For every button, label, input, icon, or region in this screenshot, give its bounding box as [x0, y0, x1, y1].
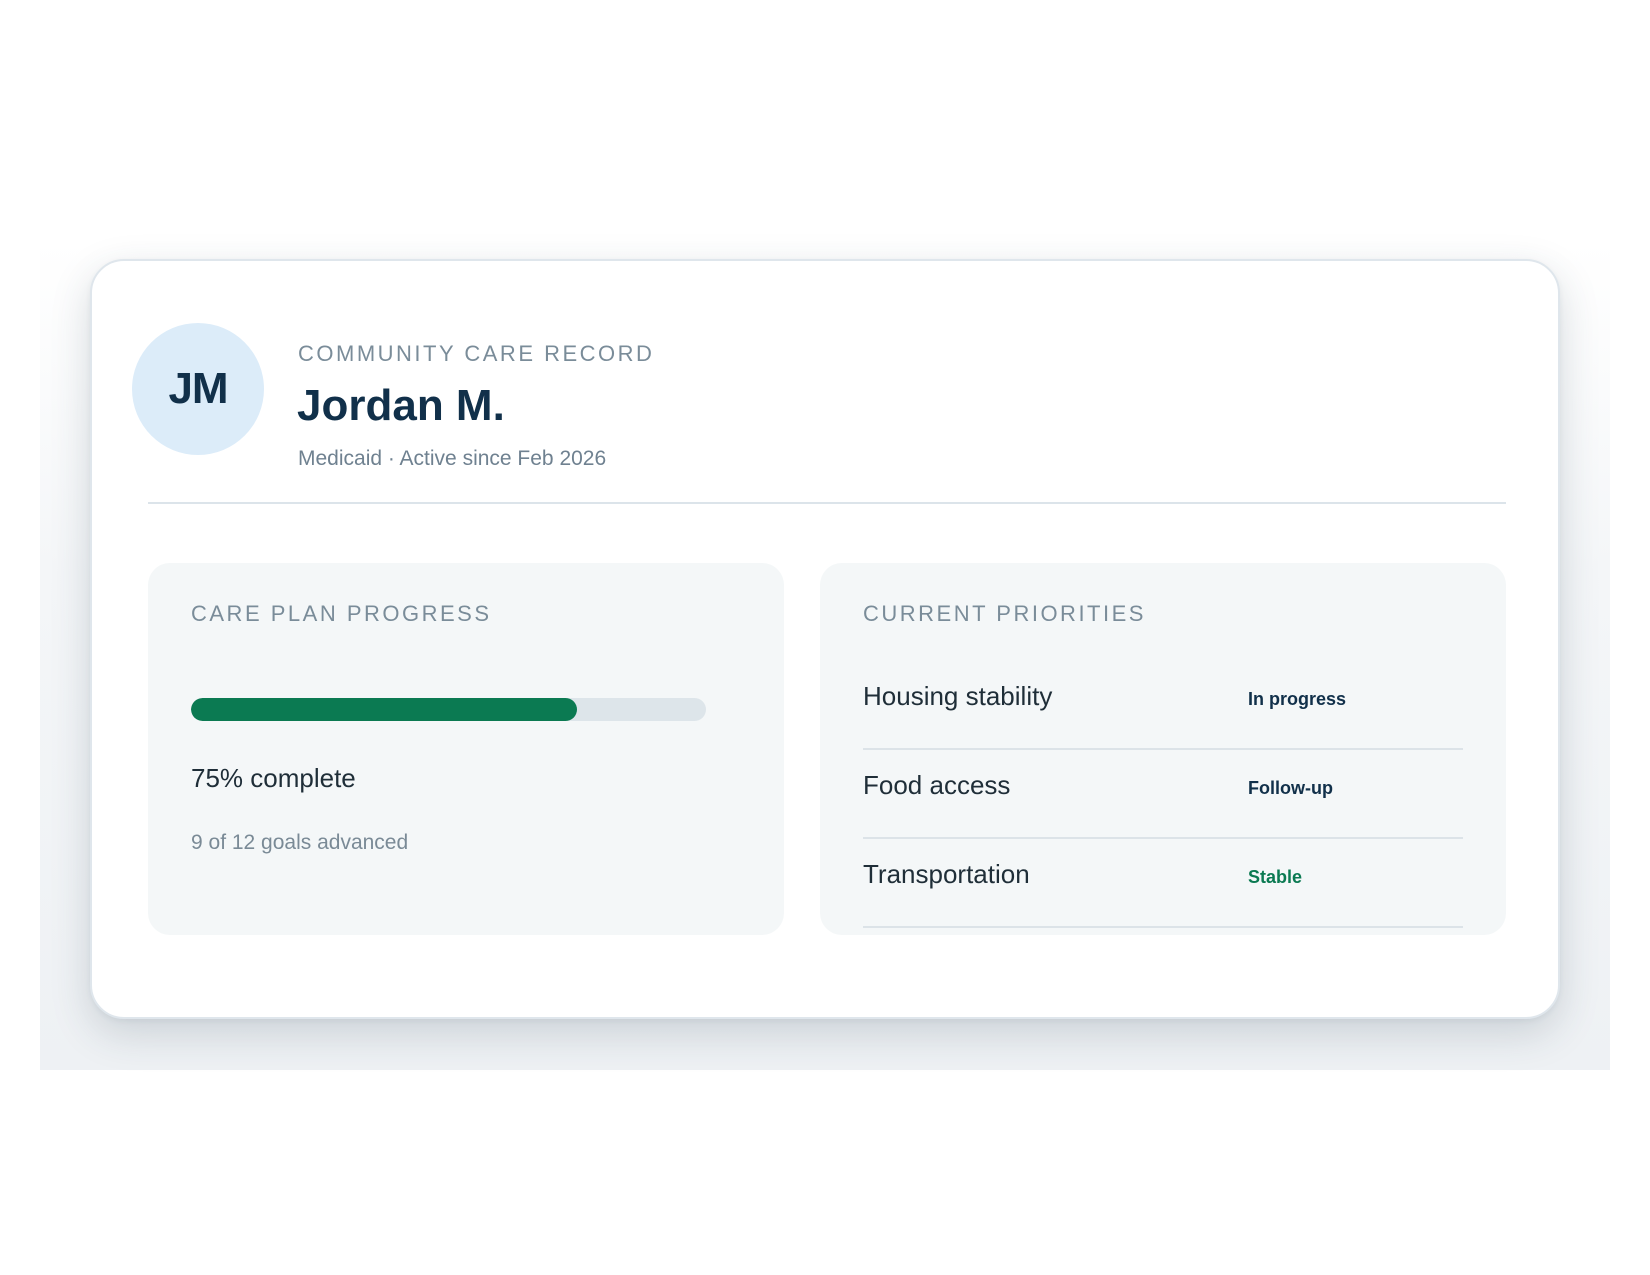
priority-label: Housing stability [863, 681, 1053, 711]
progress-bar-track [191, 698, 706, 721]
priorities-panel-title: CURRENT PRIORITIES [863, 601, 1146, 626]
patient-meta: Medicaid · Active since Feb 2026 [298, 447, 607, 470]
priority-status-badge: Stable [1248, 867, 1303, 887]
care-plan-progress-panel: CARE PLAN PROGRESS 75% complete 9 of 12 … [148, 563, 784, 935]
progress-panel-title: CARE PLAN PROGRESS [191, 601, 492, 626]
avatar: JM [132, 323, 264, 455]
priority-label: Transportation [863, 859, 1030, 889]
priority-item: Housing stability In progress [863, 661, 1463, 750]
care-record-card: JM COMMUNITY CARE RECORD Jordan M. Medic… [90, 259, 1560, 1019]
priority-status-badge: Follow-up [1248, 778, 1333, 798]
avatar-initials: JM [168, 364, 228, 413]
priorities-list: Housing stability In progress Food acces… [863, 661, 1463, 928]
progress-bar-fill [191, 698, 578, 721]
priority-item: Transportation Stable [863, 839, 1463, 928]
progress-percent-label: 75% complete [191, 763, 356, 793]
header-divider [148, 502, 1506, 504]
patient-name: Jordan M. [297, 381, 505, 430]
current-priorities-panel: CURRENT PRIORITIES Housing stability In … [820, 563, 1506, 935]
priority-status-badge: In progress [1248, 689, 1347, 709]
priority-item: Food access Follow-up [863, 750, 1463, 839]
record-type-label: COMMUNITY CARE RECORD [298, 341, 655, 366]
priority-label: Food access [863, 770, 1011, 800]
goals-advanced-label: 9 of 12 goals advanced [191, 831, 409, 854]
